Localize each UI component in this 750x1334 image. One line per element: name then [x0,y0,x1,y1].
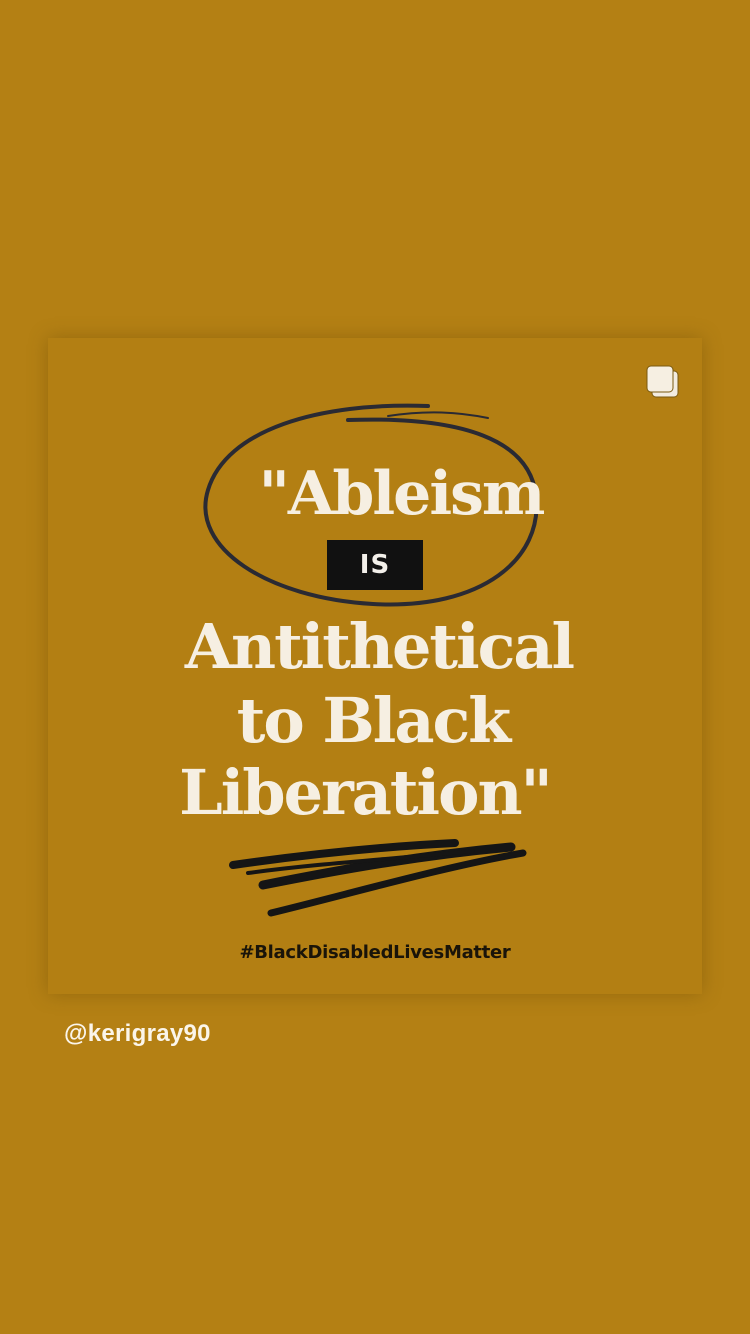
quote-line-ableism: "Ableism [258,459,546,529]
quote-line-to-black: to Black [236,684,511,757]
hashtag-text: #BlackDisabledLivesMatter [239,942,511,963]
mention-sticker[interactable]: @kerigray90 [64,1020,211,1048]
is-badge: IS [327,540,423,590]
quote-line-liberation: Liberation" [179,756,553,829]
shared-post-card[interactable]: "Ableism IS Antithetical to Black Libera… [48,338,702,994]
underline-scribble-graphic [229,839,527,917]
story-screen: "Ableism IS Antithetical to Black Libera… [0,0,750,1334]
quote-line-antithetical: Antithetical [184,610,575,683]
carousel-icon [646,365,679,398]
